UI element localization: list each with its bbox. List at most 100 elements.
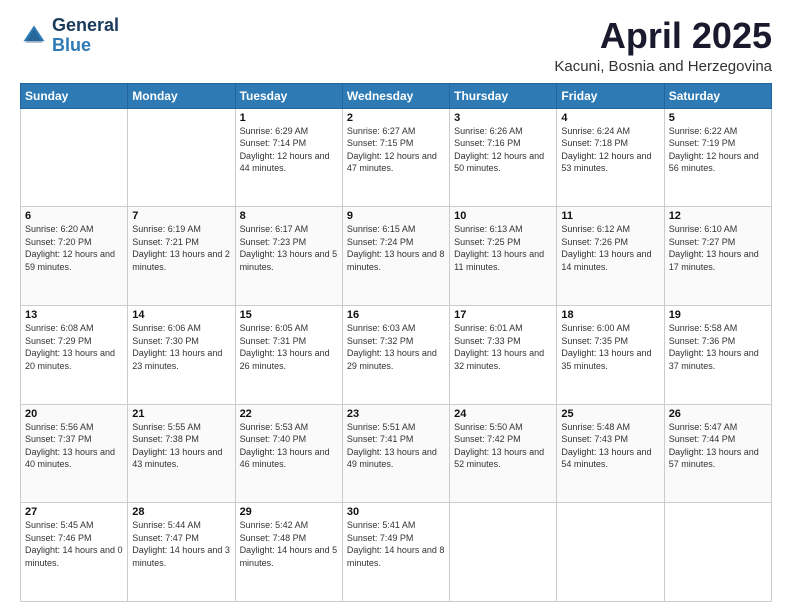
- day-info: Sunrise: 5:55 AMSunset: 7:38 PMDaylight:…: [132, 421, 230, 471]
- day-number: 1: [240, 112, 338, 124]
- day-number: 20: [25, 408, 123, 420]
- table-row: 22Sunrise: 5:53 AMSunset: 7:40 PMDayligh…: [235, 404, 342, 503]
- day-info: Sunrise: 6:15 AMSunset: 7:24 PMDaylight:…: [347, 223, 445, 273]
- day-number: 2: [347, 112, 445, 124]
- day-number: 7: [132, 210, 230, 222]
- day-number: 24: [454, 408, 552, 420]
- table-row: 8Sunrise: 6:17 AMSunset: 7:23 PMDaylight…: [235, 207, 342, 306]
- day-info: Sunrise: 5:45 AMSunset: 7:46 PMDaylight:…: [25, 519, 123, 569]
- day-info: Sunrise: 5:58 AMSunset: 7:36 PMDaylight:…: [669, 322, 767, 372]
- location: Kacuni, Bosnia and Herzegovina: [554, 58, 772, 75]
- day-number: 26: [669, 408, 767, 420]
- table-row: 5Sunrise: 6:22 AMSunset: 7:19 PMDaylight…: [664, 108, 771, 207]
- header: General Blue April 2025 Kacuni, Bosnia a…: [20, 16, 772, 75]
- table-row: 30Sunrise: 5:41 AMSunset: 7:49 PMDayligh…: [342, 503, 449, 602]
- table-row: 3Sunrise: 6:26 AMSunset: 7:16 PMDaylight…: [450, 108, 557, 207]
- table-row: 29Sunrise: 5:42 AMSunset: 7:48 PMDayligh…: [235, 503, 342, 602]
- day-number: 12: [669, 210, 767, 222]
- day-info: Sunrise: 6:00 AMSunset: 7:35 PMDaylight:…: [561, 322, 659, 372]
- table-row: 18Sunrise: 6:00 AMSunset: 7:35 PMDayligh…: [557, 305, 664, 404]
- day-info: Sunrise: 5:41 AMSunset: 7:49 PMDaylight:…: [347, 519, 445, 569]
- day-number: 9: [347, 210, 445, 222]
- col-friday: Friday: [557, 83, 664, 108]
- day-number: 11: [561, 210, 659, 222]
- logo-general: General: [52, 15, 119, 35]
- day-info: Sunrise: 5:47 AMSunset: 7:44 PMDaylight:…: [669, 421, 767, 471]
- day-info: Sunrise: 5:44 AMSunset: 7:47 PMDaylight:…: [132, 519, 230, 569]
- table-row: 26Sunrise: 5:47 AMSunset: 7:44 PMDayligh…: [664, 404, 771, 503]
- day-number: 5: [669, 112, 767, 124]
- day-number: 29: [240, 506, 338, 518]
- day-info: Sunrise: 6:06 AMSunset: 7:30 PMDaylight:…: [132, 322, 230, 372]
- day-info: Sunrise: 6:13 AMSunset: 7:25 PMDaylight:…: [454, 223, 552, 273]
- logo: General Blue: [20, 16, 119, 56]
- day-info: Sunrise: 6:22 AMSunset: 7:19 PMDaylight:…: [669, 125, 767, 175]
- day-info: Sunrise: 6:03 AMSunset: 7:32 PMDaylight:…: [347, 322, 445, 372]
- day-number: 22: [240, 408, 338, 420]
- table-row: 28Sunrise: 5:44 AMSunset: 7:47 PMDayligh…: [128, 503, 235, 602]
- day-info: Sunrise: 6:27 AMSunset: 7:15 PMDaylight:…: [347, 125, 445, 175]
- day-info: Sunrise: 6:19 AMSunset: 7:21 PMDaylight:…: [132, 223, 230, 273]
- table-row: 11Sunrise: 6:12 AMSunset: 7:26 PMDayligh…: [557, 207, 664, 306]
- day-info: Sunrise: 6:29 AMSunset: 7:14 PMDaylight:…: [240, 125, 338, 175]
- col-monday: Monday: [128, 83, 235, 108]
- table-row: 19Sunrise: 5:58 AMSunset: 7:36 PMDayligh…: [664, 305, 771, 404]
- table-row: 27Sunrise: 5:45 AMSunset: 7:46 PMDayligh…: [21, 503, 128, 602]
- table-row: 17Sunrise: 6:01 AMSunset: 7:33 PMDayligh…: [450, 305, 557, 404]
- logo-blue: Blue: [52, 35, 91, 55]
- col-saturday: Saturday: [664, 83, 771, 108]
- table-row: 6Sunrise: 6:20 AMSunset: 7:20 PMDaylight…: [21, 207, 128, 306]
- day-info: Sunrise: 6:17 AMSunset: 7:23 PMDaylight:…: [240, 223, 338, 273]
- title-block: April 2025 Kacuni, Bosnia and Herzegovin…: [554, 16, 772, 75]
- table-row: 12Sunrise: 6:10 AMSunset: 7:27 PMDayligh…: [664, 207, 771, 306]
- day-number: 25: [561, 408, 659, 420]
- day-info: Sunrise: 6:26 AMSunset: 7:16 PMDaylight:…: [454, 125, 552, 175]
- day-number: 27: [25, 506, 123, 518]
- day-number: 8: [240, 210, 338, 222]
- table-row: 15Sunrise: 6:05 AMSunset: 7:31 PMDayligh…: [235, 305, 342, 404]
- day-number: 17: [454, 309, 552, 321]
- day-number: 28: [132, 506, 230, 518]
- table-row: 24Sunrise: 5:50 AMSunset: 7:42 PMDayligh…: [450, 404, 557, 503]
- day-number: 13: [25, 309, 123, 321]
- day-info: Sunrise: 5:48 AMSunset: 7:43 PMDaylight:…: [561, 421, 659, 471]
- table-row: 9Sunrise: 6:15 AMSunset: 7:24 PMDaylight…: [342, 207, 449, 306]
- table-row: 23Sunrise: 5:51 AMSunset: 7:41 PMDayligh…: [342, 404, 449, 503]
- table-row: 4Sunrise: 6:24 AMSunset: 7:18 PMDaylight…: [557, 108, 664, 207]
- calendar-week-3: 13Sunrise: 6:08 AMSunset: 7:29 PMDayligh…: [21, 305, 772, 404]
- day-number: 23: [347, 408, 445, 420]
- col-thursday: Thursday: [450, 83, 557, 108]
- logo-text: General Blue: [52, 16, 119, 56]
- day-info: Sunrise: 6:12 AMSunset: 7:26 PMDaylight:…: [561, 223, 659, 273]
- table-row: 10Sunrise: 6:13 AMSunset: 7:25 PMDayligh…: [450, 207, 557, 306]
- calendar-header-row: Sunday Monday Tuesday Wednesday Thursday…: [21, 83, 772, 108]
- table-row: 1Sunrise: 6:29 AMSunset: 7:14 PMDaylight…: [235, 108, 342, 207]
- page: General Blue April 2025 Kacuni, Bosnia a…: [0, 0, 792, 612]
- calendar-body: 1Sunrise: 6:29 AMSunset: 7:14 PMDaylight…: [21, 108, 772, 601]
- logo-icon: [20, 22, 48, 50]
- day-number: 15: [240, 309, 338, 321]
- day-info: Sunrise: 5:42 AMSunset: 7:48 PMDaylight:…: [240, 519, 338, 569]
- table-row: 14Sunrise: 6:06 AMSunset: 7:30 PMDayligh…: [128, 305, 235, 404]
- day-info: Sunrise: 6:20 AMSunset: 7:20 PMDaylight:…: [25, 223, 123, 273]
- day-info: Sunrise: 6:01 AMSunset: 7:33 PMDaylight:…: [454, 322, 552, 372]
- table-row: [21, 108, 128, 207]
- day-number: 21: [132, 408, 230, 420]
- day-number: 10: [454, 210, 552, 222]
- day-number: 30: [347, 506, 445, 518]
- day-info: Sunrise: 6:08 AMSunset: 7:29 PMDaylight:…: [25, 322, 123, 372]
- table-row: [450, 503, 557, 602]
- day-number: 16: [347, 309, 445, 321]
- table-row: [664, 503, 771, 602]
- col-wednesday: Wednesday: [342, 83, 449, 108]
- day-info: Sunrise: 5:53 AMSunset: 7:40 PMDaylight:…: [240, 421, 338, 471]
- table-row: 21Sunrise: 5:55 AMSunset: 7:38 PMDayligh…: [128, 404, 235, 503]
- day-info: Sunrise: 6:10 AMSunset: 7:27 PMDaylight:…: [669, 223, 767, 273]
- table-row: 13Sunrise: 6:08 AMSunset: 7:29 PMDayligh…: [21, 305, 128, 404]
- day-info: Sunrise: 5:56 AMSunset: 7:37 PMDaylight:…: [25, 421, 123, 471]
- table-row: [557, 503, 664, 602]
- day-info: Sunrise: 5:51 AMSunset: 7:41 PMDaylight:…: [347, 421, 445, 471]
- calendar-week-1: 1Sunrise: 6:29 AMSunset: 7:14 PMDaylight…: [21, 108, 772, 207]
- calendar-week-5: 27Sunrise: 5:45 AMSunset: 7:46 PMDayligh…: [21, 503, 772, 602]
- day-number: 4: [561, 112, 659, 124]
